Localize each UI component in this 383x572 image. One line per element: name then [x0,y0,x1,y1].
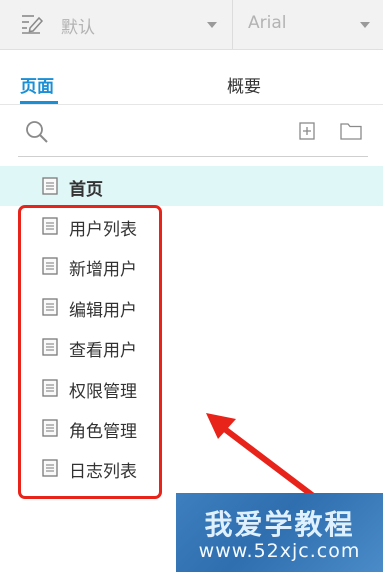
page-label: 日志列表 [69,462,137,482]
page-label: 首页 [69,180,103,200]
toolbar: 默认 Arial [0,0,383,50]
style-edit-icon [22,15,44,34]
list-item[interactable]: 角色管理 [0,408,383,448]
page-label: 权限管理 [69,382,137,402]
page-icon [42,459,58,477]
page-icon [42,338,58,356]
tab-pages[interactable]: 页面 [20,72,54,97]
page-label: 编辑用户 [69,301,137,321]
watermark-title: 我爱学教程 [204,508,355,541]
search-row [0,106,383,156]
page-label: 查看用户 [69,341,137,361]
page-label: 新增用户 [69,260,137,280]
watermark-url: www.52xjc.com [198,540,361,562]
watermark: 我爱学教程 www.52xjc.com [176,493,383,572]
list-item[interactable]: 编辑用户 [0,287,383,327]
list-item[interactable]: 日志列表 [0,448,383,488]
page-icon [42,419,58,437]
page-icon [42,298,58,316]
page-icon [42,217,58,235]
chevron-down-icon [360,22,370,28]
page-icon [42,379,58,397]
list-item[interactable]: 权限管理 [0,368,383,408]
page-label: 用户列表 [69,220,137,240]
chevron-down-icon [207,22,217,28]
add-folder-icon[interactable] [340,122,362,140]
font-select[interactable]: Arial [233,0,383,49]
style-select-value: 默认 [61,18,95,38]
page-label: 角色管理 [69,422,137,442]
page-icon [42,177,58,195]
list-item[interactable]: 首页 [0,166,383,206]
search-icon[interactable] [25,120,49,144]
list-item[interactable]: 查看用户 [0,327,383,367]
list-item[interactable]: 新增用户 [0,246,383,286]
divider [0,104,383,105]
add-page-icon[interactable] [299,122,315,140]
page-icon [42,257,58,275]
panel-tabs: 页面 概要 [0,60,383,104]
annotation-arrow-icon [206,413,315,498]
font-select-value: Arial [248,13,287,33]
list-item[interactable]: 用户列表 [0,206,383,246]
tab-outline[interactable]: 概要 [227,72,261,97]
style-select[interactable]: 默认 [0,0,233,49]
search-divider [18,156,368,157]
